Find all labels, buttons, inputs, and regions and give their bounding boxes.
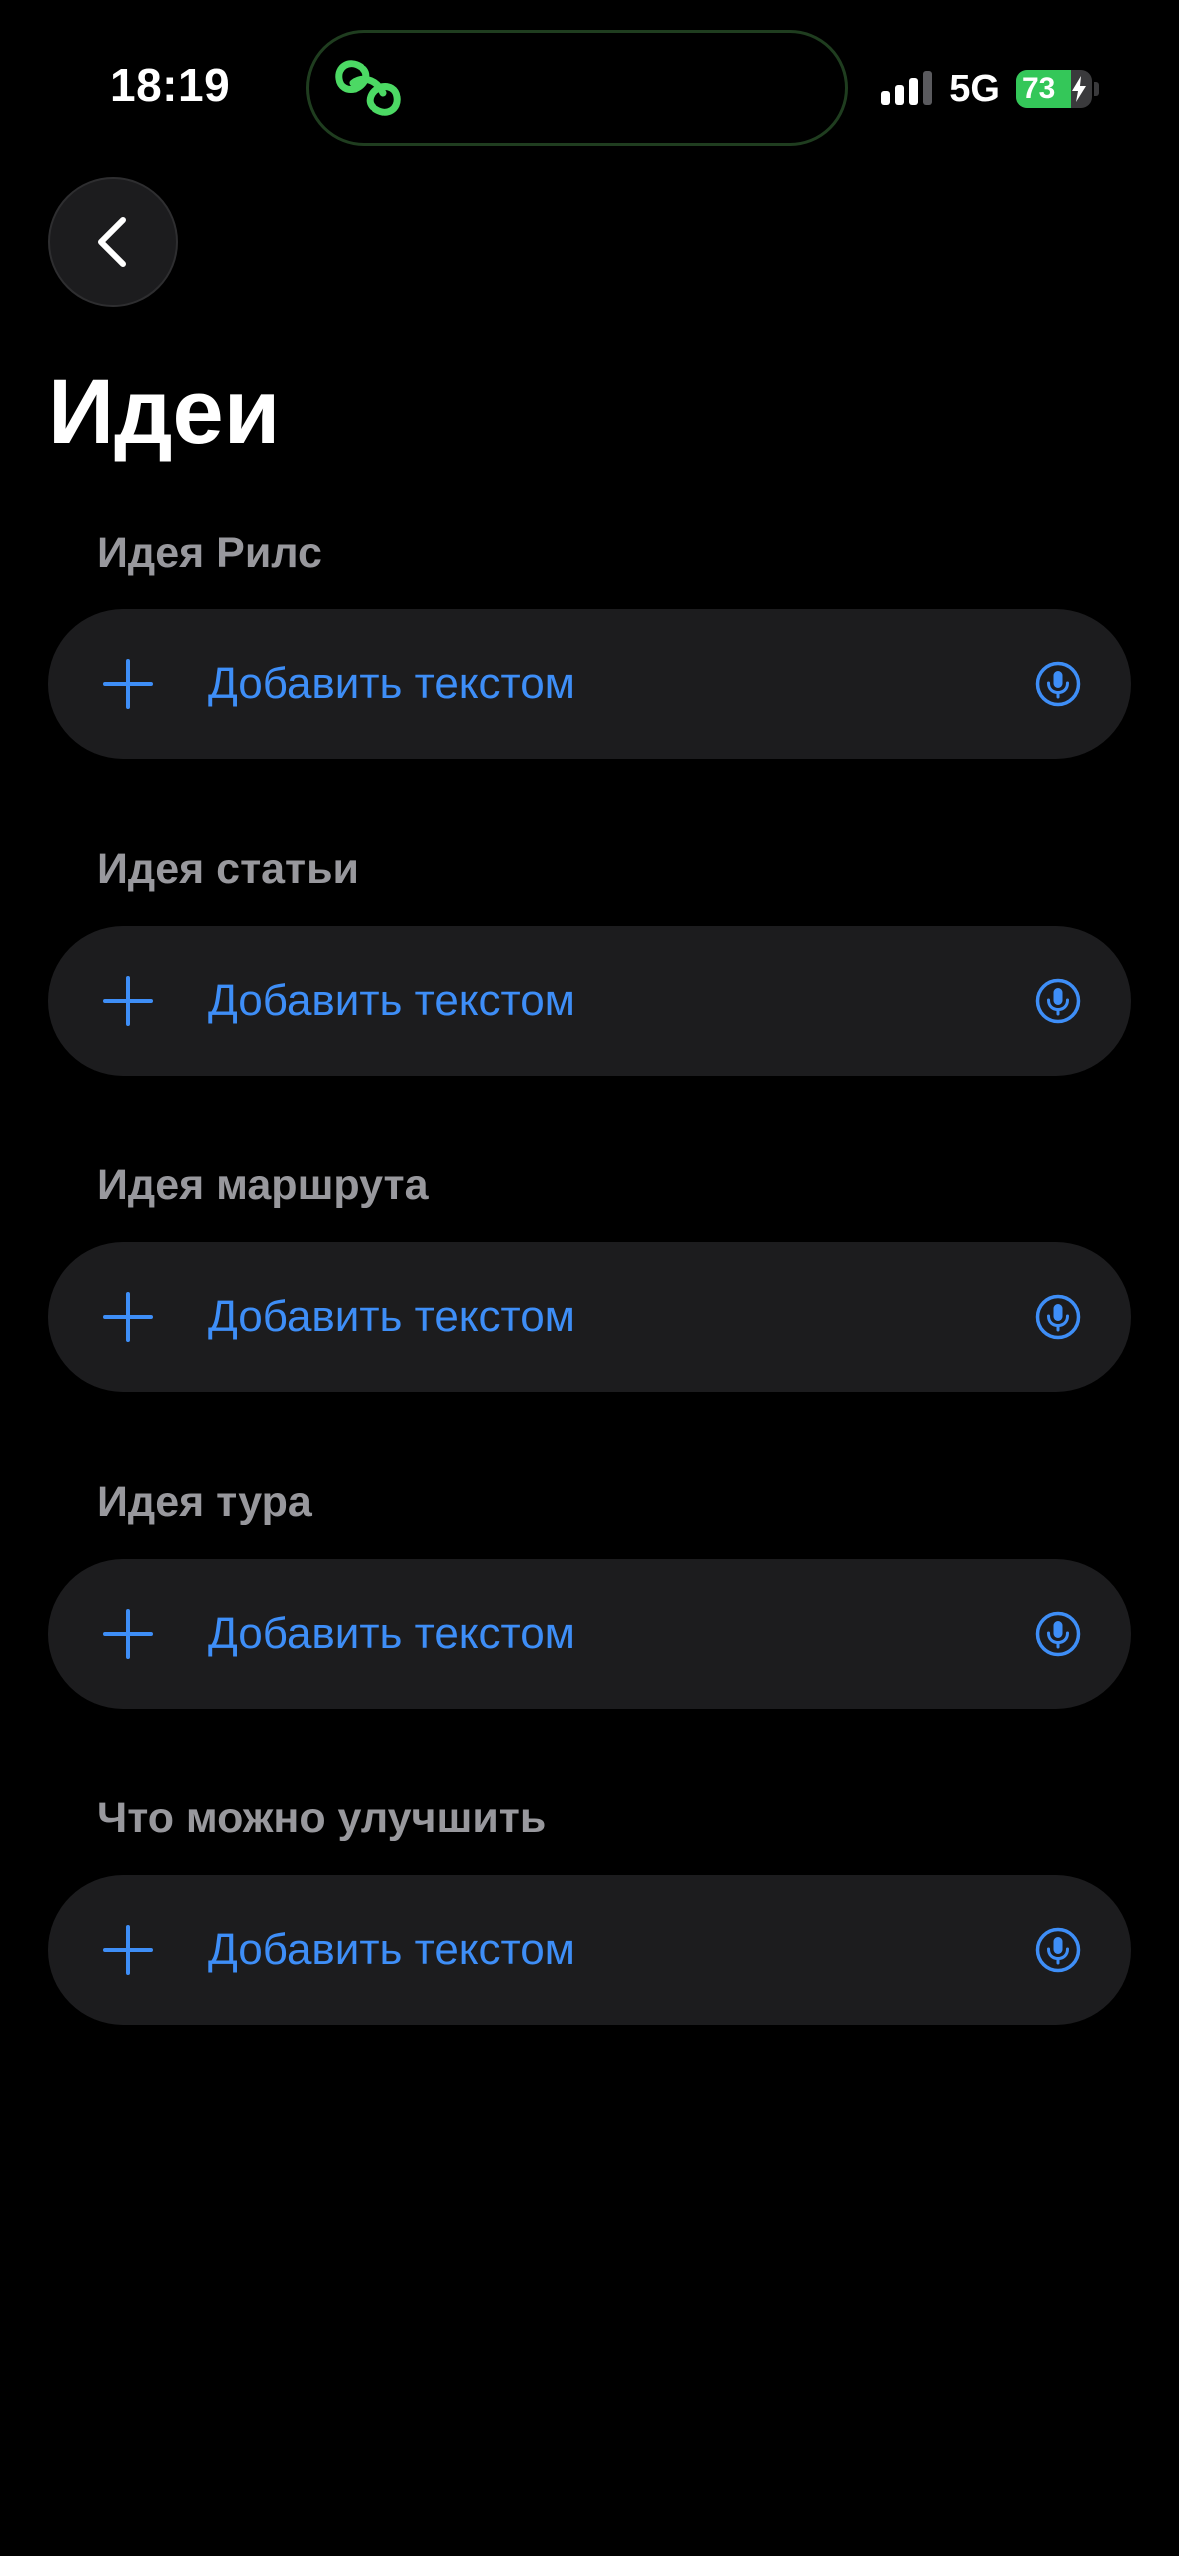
back-button[interactable] (48, 177, 178, 307)
microphone-icon[interactable] (1035, 1927, 1081, 1973)
plus-icon (103, 1292, 153, 1342)
status-indicators: 5G 73 (879, 66, 1099, 112)
add-text-label: Добавить текстом (208, 1292, 575, 1341)
add-text-field-improve[interactable]: Добавить текстом (48, 1875, 1131, 2025)
dynamic-island[interactable] (306, 30, 848, 146)
microphone-icon[interactable] (1035, 978, 1081, 1024)
network-type: 5G (949, 67, 1000, 110)
page-title: Идеи (48, 361, 281, 463)
cellular-signal-icon (881, 71, 933, 105)
microphone-icon[interactable] (1035, 1611, 1081, 1657)
section-label-article: Идея статьи (97, 845, 359, 893)
charging-bolt-icon (1072, 76, 1086, 102)
plus-icon (103, 659, 153, 709)
status-bar: 18:19 5G 73 (0, 0, 1179, 150)
section-label-route: Идея маршрута (97, 1161, 429, 1209)
chevron-left-icon (98, 217, 126, 267)
plus-icon (103, 976, 153, 1026)
battery-indicator: 73 (1016, 70, 1092, 108)
battery-cap (1094, 82, 1099, 96)
plus-icon (103, 1609, 153, 1659)
add-text-field-tour[interactable]: Добавить текстом (48, 1559, 1131, 1709)
link-chain-icon (335, 60, 401, 116)
plus-icon (103, 1925, 153, 1975)
section-label-reels: Идея Рилс (97, 529, 322, 577)
add-text-label: Добавить текстом (208, 659, 575, 708)
battery-percent: 73 (1022, 72, 1056, 105)
add-text-label: Добавить текстом (208, 1925, 575, 1974)
status-time: 18:19 (110, 59, 231, 111)
add-text-field-route[interactable]: Добавить текстом (48, 1242, 1131, 1392)
section-label-improve: Что можно улучшить (97, 1794, 547, 1842)
add-text-field-article[interactable]: Добавить текстом (48, 926, 1131, 1076)
section-label-tour: Идея тура (97, 1478, 312, 1526)
microphone-icon[interactable] (1035, 661, 1081, 707)
add-text-field-reels[interactable]: Добавить текстом (48, 609, 1131, 759)
microphone-icon[interactable] (1035, 1294, 1081, 1340)
add-text-label: Добавить текстом (208, 1609, 575, 1658)
add-text-label: Добавить текстом (208, 976, 575, 1025)
